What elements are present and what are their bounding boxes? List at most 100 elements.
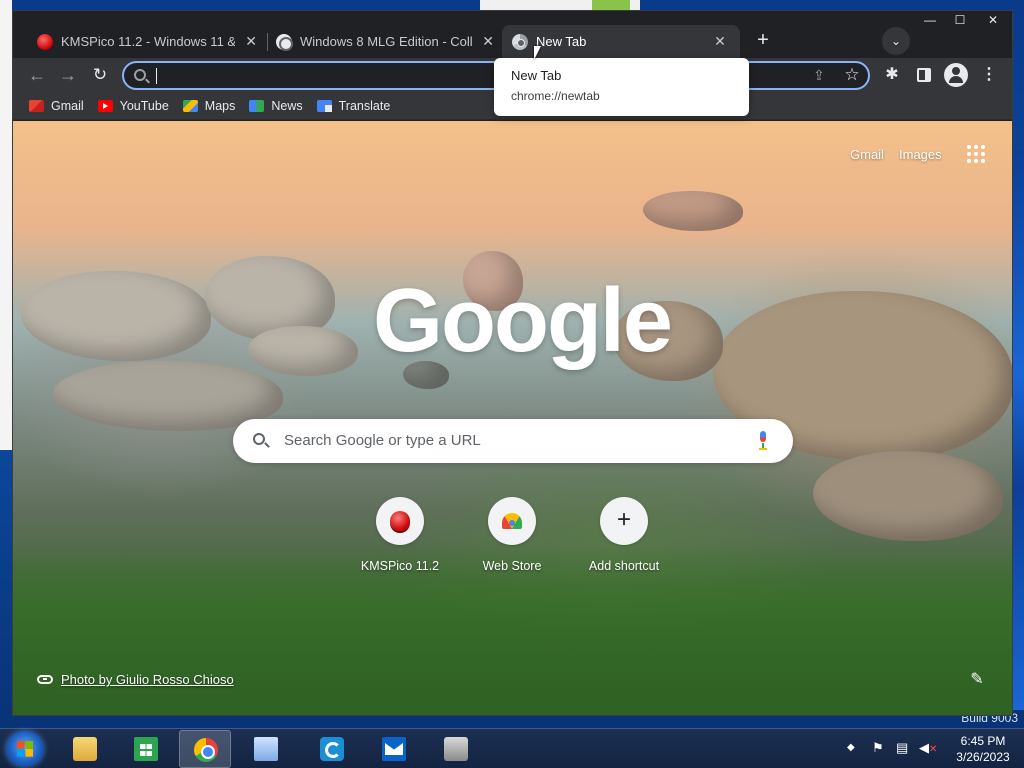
clock-time: 6:45 PM <box>960 734 1006 748</box>
mouse-cursor-icon <box>534 46 541 60</box>
background-rock <box>248 326 358 376</box>
application-icon <box>444 737 468 761</box>
taskbar-mail[interactable] <box>368 730 420 768</box>
maps-icon <box>182 99 198 112</box>
link-icon <box>37 675 53 684</box>
mail-icon <box>382 737 406 761</box>
bookmark-label: YouTube <box>119 98 169 113</box>
bookmark-label: Maps <box>204 98 236 113</box>
google-logo: Google <box>373 271 673 371</box>
minimize-button[interactable]: — <box>915 11 945 29</box>
web-store-icon <box>502 513 522 529</box>
close-icon[interactable]: ✕ <box>243 33 259 50</box>
tab-title: KMSPico 11.2 - Windows 11 & O <box>61 34 236 49</box>
shortcut-web-store[interactable]: Web Store <box>456 497 568 573</box>
background-rock <box>813 451 1003 541</box>
bookmark-gmail[interactable]: Gmail <box>29 99 84 113</box>
bookmark-star-icon[interactable]: ☆ <box>842 65 862 85</box>
gmail-link[interactable]: Gmail <box>850 147 884 162</box>
bookmark-label: Translate <box>338 98 391 113</box>
bookmark-maps[interactable]: Maps <box>182 98 236 113</box>
taskbar-app[interactable] <box>430 730 482 768</box>
youtube-icon <box>97 99 113 112</box>
bookmark-youtube[interactable]: YouTube <box>97 98 169 113</box>
forward-button[interactable]: → <box>56 63 80 87</box>
chrome-icon <box>194 738 218 762</box>
taskbar-chrome[interactable] <box>179 730 231 768</box>
new-tab-button[interactable]: + <box>751 29 775 53</box>
close-icon[interactable]: ✕ <box>480 33 496 50</box>
desktop-window-fragment <box>0 0 12 450</box>
desktop-green-fragment <box>592 0 630 10</box>
clock-date: 3/26/2023 <box>956 750 1010 764</box>
red-button-icon <box>37 33 53 50</box>
tooltip-url: chrome://newtab <box>511 89 600 103</box>
tab-title: Windows 8 MLG Edition - Collab <box>300 34 473 49</box>
menu-kebab-icon[interactable]: ⋮ <box>978 64 1000 86</box>
shortcut-tile <box>376 497 424 545</box>
edge-icon <box>320 737 344 761</box>
tooltip-title: New Tab <box>511 68 562 83</box>
new-tab-page: Gmail Images Google Search Google or typ… <box>13 121 1012 715</box>
background-rock <box>643 191 743 231</box>
search-icon <box>253 433 265 445</box>
store-icon <box>134 737 158 761</box>
kmspico-icon <box>390 511 410 531</box>
profile-avatar[interactable] <box>944 63 968 87</box>
gmail-icon <box>29 99 44 112</box>
volume-muted-icon[interactable]: ◀✕ <box>919 740 937 768</box>
shortcut-tile: + <box>600 497 648 545</box>
tab-kmspico[interactable]: KMSPico 11.2 - Windows 11 & O ✕ <box>27 25 269 58</box>
bookmark-translate[interactable]: Translate <box>316 98 391 113</box>
start-button[interactable] <box>6 731 44 767</box>
shortcut-label: Web Store <box>482 559 542 573</box>
bookmark-news[interactable]: News <box>249 98 303 113</box>
windows-taskbar: ◆ ⚑ ▤ ◀✕ 6:45 PM 3/26/2023 <box>0 728 1024 768</box>
side-panel-icon[interactable] <box>913 64 935 86</box>
share-icon[interactable]: ⇪ <box>810 67 828 85</box>
bookmark-label: News <box>271 98 303 113</box>
news-icon <box>249 99 265 112</box>
shortcut-label: KMSPico 11.2 <box>360 559 440 573</box>
close-icon[interactable]: ✕ <box>712 33 728 50</box>
tab-strip: KMSPico 11.2 - Windows 11 & O ✕ Windows … <box>13 11 1012 58</box>
microphone-icon[interactable] <box>758 431 768 451</box>
notepad-icon <box>254 737 278 761</box>
photo-credit-text: Photo by Giulio Rosso Chioso <box>61 672 234 687</box>
shortcut-kmspico[interactable]: KMSPico 11.2 <box>344 497 456 573</box>
network-icon[interactable]: ▤ <box>896 740 908 768</box>
plus-icon: + <box>616 506 631 533</box>
show-hidden-icons[interactable]: ◆ <box>847 742 855 768</box>
tab-search-button[interactable]: ⌄ <box>882 27 910 55</box>
photo-credit-link[interactable]: Photo by Giulio Rosso Chioso <box>37 672 234 687</box>
taskbar-file-explorer[interactable] <box>59 730 111 768</box>
taskbar-notepad[interactable] <box>240 730 292 768</box>
bookmark-label: Gmail <box>51 98 84 113</box>
tab-title: New Tab <box>536 34 587 49</box>
add-shortcut-button[interactable]: + Add shortcut <box>568 497 680 573</box>
maximize-button[interactable]: ☐ <box>945 11 975 29</box>
customize-pencil-icon[interactable]: ✎ <box>967 669 987 689</box>
shortcut-tile <box>488 497 536 545</box>
action-center-flag-icon[interactable]: ⚑ <box>872 740 884 768</box>
shortcut-label: Add shortcut <box>588 559 660 573</box>
images-link[interactable]: Images <box>899 147 942 162</box>
search-icon <box>134 69 146 81</box>
window-close-button[interactable]: ✕ <box>973 11 1012 29</box>
system-clock[interactable]: 6:45 PM 3/26/2023 <box>948 733 1018 765</box>
taskbar-edge[interactable] <box>306 730 358 768</box>
taskbar-store[interactable] <box>120 730 172 768</box>
google-apps-icon[interactable] <box>967 145 985 163</box>
back-button[interactable]: ← <box>25 63 49 87</box>
reload-button[interactable]: ↻ <box>88 63 112 87</box>
google-search-box[interactable]: Search Google or type a URL <box>233 419 793 463</box>
search-placeholder: Search Google or type a URL <box>284 432 481 449</box>
chrome-icon <box>512 33 528 50</box>
extensions-icon[interactable]: ✱ <box>881 64 903 86</box>
background-rock <box>21 271 211 361</box>
tab-windows8-mlg[interactable]: Windows 8 MLG Edition - Collab ✕ <box>266 25 506 58</box>
text-cursor <box>156 68 157 84</box>
globe-icon <box>276 33 293 51</box>
folder-icon <box>73 737 97 761</box>
translate-icon <box>316 99 332 112</box>
